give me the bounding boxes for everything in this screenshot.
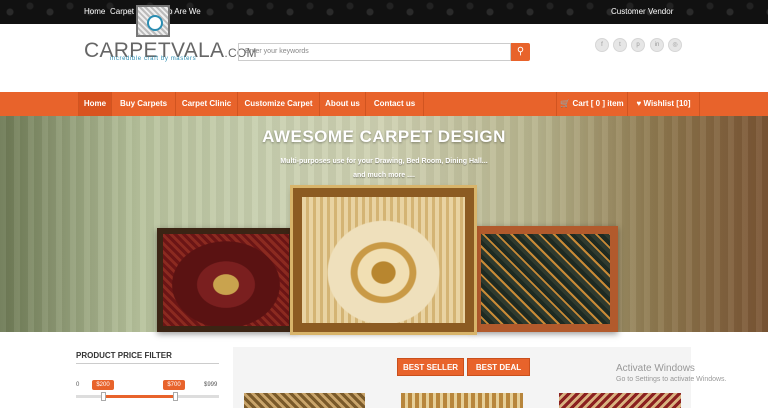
product-thumbnail[interactable] (401, 393, 523, 408)
cart-label: Cart [ 0 ] item (572, 99, 624, 108)
product-thumbnail[interactable] (244, 393, 365, 408)
price-max-label: $999 (204, 382, 218, 388)
facebook-icon[interactable]: f (595, 38, 609, 52)
logo-emblem-icon[interactable] (136, 5, 170, 37)
price-slider-range (103, 395, 175, 398)
windows-watermark-subtitle: Go to Settings to activate Windows. (616, 376, 727, 383)
pinterest-icon[interactable]: p (631, 38, 645, 52)
price-slider-high-handle[interactable] (173, 392, 178, 401)
instagram-icon[interactable]: ◎ (668, 38, 682, 52)
nav-item-buy-carpets[interactable]: Buy Carpets (112, 92, 176, 116)
wishlist-button[interactable]: ♥ Wishlist [10] (628, 92, 700, 116)
nav-item-carpet-clinic[interactable]: Carpet Clinic (176, 92, 238, 116)
search-button[interactable]: ⚲ (511, 43, 530, 61)
price-high-badge: $700 (163, 380, 185, 390)
nav-item-customize-carpet[interactable]: Customize Carpet (238, 92, 320, 116)
price-low-badge: $200 (92, 380, 114, 390)
carpet-image-left (157, 228, 295, 332)
banner-title: AWESOME CARPET DESIGN (262, 127, 506, 146)
banner-subtitle-line2: and much more .... (353, 172, 415, 179)
top-link-vendor[interactable]: Vendor (648, 7, 673, 16)
carpet-image-right (473, 226, 618, 332)
tab-best-deal[interactable]: BEST DEAL (467, 358, 530, 376)
linkedin-icon[interactable]: in (650, 38, 664, 52)
cart-icon: 🛒 (560, 99, 573, 108)
top-link-home[interactable]: Home (84, 7, 105, 16)
banner-subtitle-line1: Multi-purposes use for your Drawing, Bed… (280, 158, 488, 165)
tab-best-seller[interactable]: BEST SELLER (397, 358, 464, 376)
price-min-label: 0 (76, 382, 80, 388)
twitter-icon[interactable]: t (613, 38, 627, 52)
nav-item-about-us[interactable]: About us (320, 92, 366, 116)
divider (76, 363, 219, 364)
main-nav: Home Buy Carpets Carpet Clinic Customize… (0, 92, 768, 116)
product-thumbnail[interactable] (559, 393, 681, 408)
logo-tagline: incredible craft by masters (110, 56, 197, 62)
carpet-image-center (290, 185, 477, 335)
nav-item-home[interactable]: Home (78, 92, 112, 116)
search-input[interactable]: Enter your keywords (238, 43, 511, 61)
price-slider-low-handle[interactable] (101, 392, 106, 401)
price-filter-title: PRODUCT PRICE FILTER (76, 351, 172, 360)
cart-button[interactable]: 🛒 Cart [ 0 ] item (556, 92, 628, 116)
windows-watermark-title: Activate Windows (616, 363, 695, 374)
search-icon: ⚲ (516, 46, 525, 57)
top-bar: Home Carpet Clinic Who Are We Customer V… (0, 0, 768, 24)
nav-item-contact-us[interactable]: Contact us (366, 92, 424, 116)
top-link-customer[interactable]: Customer (611, 7, 646, 16)
wishlist-label: Wishlist [10] (643, 99, 691, 108)
